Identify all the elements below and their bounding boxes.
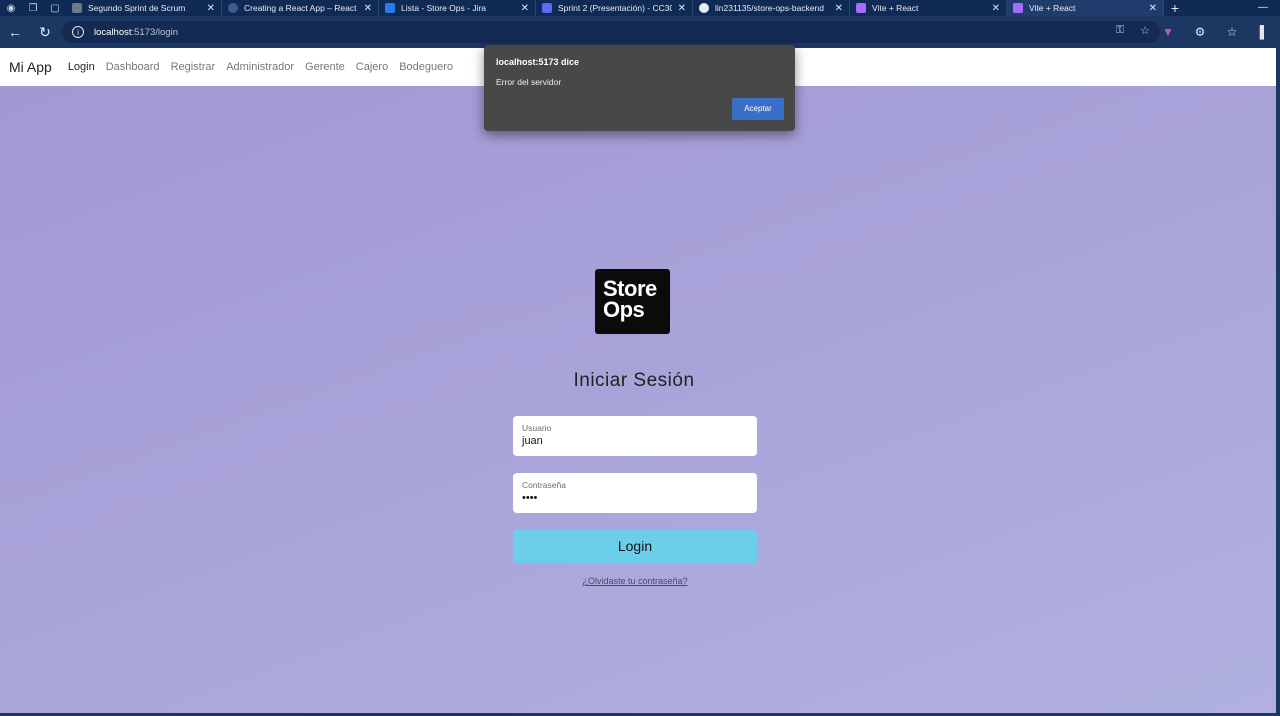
browser-tab-strip: ◉ ❐ ▢ Segundo Sprint de Scrum ✕ Creating… — [0, 0, 1280, 16]
close-icon[interactable]: ✕ — [521, 3, 529, 14]
app-brand[interactable]: Mi App — [9, 59, 52, 75]
close-icon[interactable]: ✕ — [364, 3, 372, 14]
document-icon — [72, 3, 82, 13]
key-icon[interactable]: ⚿ — [1116, 24, 1124, 37]
window-controls: — — [1246, 0, 1280, 16]
tab-label: lin231135/store-ops-backend — [715, 3, 824, 13]
nav-bodeguero[interactable]: Bodeguero — [399, 61, 453, 73]
logo-line-2: Ops — [603, 297, 645, 322]
password-input[interactable]: •••• — [522, 492, 748, 504]
jira-icon — [385, 3, 395, 13]
scrollbar[interactable] — [1276, 48, 1280, 713]
tab-label: Segundo Sprint de Scrum — [88, 3, 186, 13]
nav-administrador[interactable]: Administrador — [226, 61, 294, 73]
tab-sprint-presentacion[interactable]: Sprint 2 (Presentación) - CC30 ✕ — [536, 0, 693, 16]
nav-login[interactable]: Login — [68, 61, 95, 73]
nav-dashboard[interactable]: Dashboard — [106, 61, 160, 73]
alert-accept-button[interactable]: Aceptar — [732, 98, 784, 120]
tab-actions-icon[interactable]: ▢ — [44, 0, 66, 16]
tab-label: Vite + React — [1029, 3, 1076, 13]
url-text[interactable]: localhost:5173/login — [94, 27, 178, 38]
username-label: Usuario — [522, 423, 552, 433]
slides-icon — [542, 3, 552, 13]
tab-github[interactable]: lin231135/store-ops-backend ✕ — [693, 0, 850, 16]
close-icon[interactable]: ✕ — [835, 3, 843, 14]
password-field[interactable]: Contraseña •••• — [513, 473, 757, 513]
extension-icon[interactable]: ▼ — [1152, 25, 1184, 39]
copilot-icon[interactable]: ▌ — [1248, 25, 1280, 39]
logo-line-1: Store — [603, 276, 657, 301]
tab-vite-react-active[interactable]: Vite + React ✕ — [1007, 0, 1164, 16]
close-icon[interactable]: ✕ — [992, 3, 1000, 14]
tab-vite-react[interactable]: Vite + React ✕ — [850, 0, 1007, 16]
alert-message: Error del servidor — [496, 77, 562, 87]
store-ops-logo: Store Ops — [595, 269, 670, 334]
alert-dialog: localhost:5173 dice Error del servidor A… — [484, 45, 795, 131]
tab-creating-react-app[interactable]: Creating a React App – React ✕ — [222, 0, 379, 16]
minimize-icon[interactable]: — — [1246, 0, 1280, 16]
url-actions: ⚿ ☆ — [1116, 24, 1150, 37]
username-field[interactable]: Usuario juan — [513, 416, 757, 456]
tab-label: Sprint 2 (Presentación) - CC30 — [558, 3, 672, 13]
tab-segundo-sprint[interactable]: Segundo Sprint de Scrum ✕ — [66, 0, 222, 16]
favorite-star-icon[interactable]: ☆ — [1140, 24, 1150, 37]
tab-label: Vite + React — [872, 3, 919, 13]
tab-jira[interactable]: Lista - Store Ops - Jira ✕ — [379, 0, 536, 16]
close-icon[interactable]: ✕ — [1149, 3, 1157, 14]
page-content: Mi App Login Dashboard Registrar Adminis… — [0, 48, 1276, 713]
vite-icon — [856, 3, 866, 13]
toolbar-right: ▼ ⚙ ☆ ▌ — [1152, 16, 1280, 48]
address-bar: ← ↻ i localhost:5173/login ⚿ ☆ ▼ ⚙ ☆ ▌ — [0, 16, 1280, 48]
alert-title: localhost:5173 dice — [496, 57, 580, 67]
reload-icon[interactable]: ↻ — [30, 16, 60, 48]
workspaces-icon[interactable]: ❐ — [22, 0, 44, 16]
close-icon[interactable]: ✕ — [207, 3, 215, 14]
nav-gerente[interactable]: Gerente — [305, 61, 345, 73]
url-field[interactable]: i localhost:5173/login ⚿ ☆ — [62, 21, 1160, 43]
favorites-icon[interactable]: ☆ — [1216, 25, 1248, 39]
profile-icon[interactable]: ◉ — [0, 0, 22, 16]
forgot-password-link: ¿Olvidaste tu contraseña? — [0, 576, 1270, 586]
url-path: :5173/login — [131, 26, 178, 38]
password-label: Contraseña — [522, 480, 566, 490]
close-icon[interactable]: ✕ — [678, 3, 686, 14]
github-icon — [699, 3, 709, 13]
username-input[interactable]: juan — [522, 435, 748, 447]
extensions-puzzle-icon[interactable]: ⚙ — [1184, 25, 1216, 39]
back-icon[interactable]: ← — [0, 16, 30, 48]
nav-cajero[interactable]: Cajero — [356, 61, 388, 73]
nav-registrar[interactable]: Registrar — [171, 61, 216, 73]
site-info-icon[interactable]: i — [72, 26, 84, 38]
react-icon — [228, 3, 238, 13]
vite-icon — [1013, 3, 1023, 13]
login-button[interactable]: Login — [513, 530, 757, 563]
new-tab-icon[interactable]: + — [1164, 0, 1186, 16]
url-host: localhost — [94, 26, 132, 38]
tab-label: Lista - Store Ops - Jira — [401, 3, 487, 13]
page-title: Iniciar Sesión — [573, 370, 695, 391]
tab-label: Creating a React App – React — [244, 3, 357, 13]
forgot-password-text[interactable]: ¿Olvidaste tu contraseña? — [582, 576, 687, 586]
